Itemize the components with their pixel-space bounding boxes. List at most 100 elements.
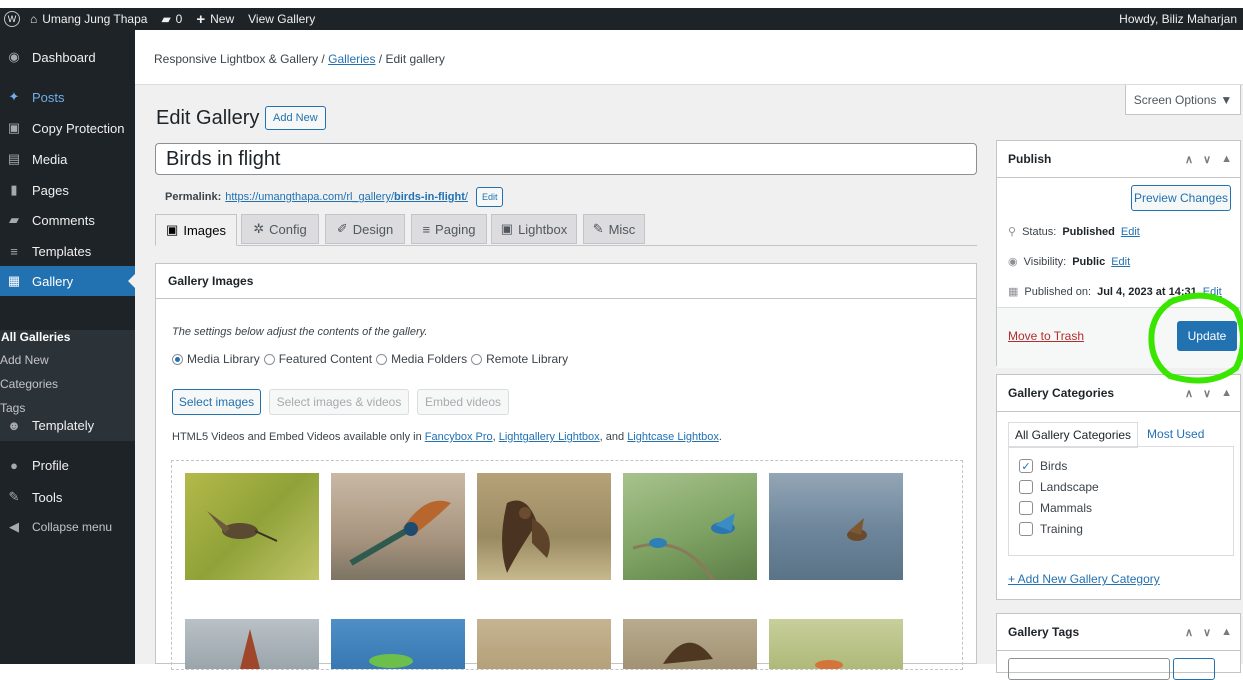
gallery-icon: ▦ bbox=[7, 273, 21, 288]
radio-remote-library[interactable] bbox=[471, 353, 483, 365]
radio-media-library[interactable] bbox=[172, 353, 183, 365]
submenu-all-galleries[interactable]: All Galleries bbox=[1, 330, 70, 344]
category-training[interactable]: Training bbox=[1019, 522, 1083, 536]
peacock-image bbox=[349, 500, 451, 566]
sidebar-item-templately[interactable]: ☻ Templately bbox=[0, 410, 135, 440]
checkbox-checked[interactable]: ✓ bbox=[1019, 459, 1033, 473]
tab-misc[interactable]: ✎ Misc bbox=[583, 214, 645, 244]
gallery-thumbnail[interactable] bbox=[769, 619, 903, 670]
fancybox-pro-link[interactable]: Fancybox Pro bbox=[425, 431, 493, 443]
category-mammals[interactable]: Mammals bbox=[1019, 501, 1092, 515]
sidebar-item-gallery[interactable]: ▦ Gallery bbox=[0, 266, 135, 296]
chevron-down-icon[interactable]: ∨ bbox=[1203, 153, 1211, 166]
comment-icon: ▰ bbox=[161, 12, 171, 26]
breadcrumb-galleries-link[interactable]: Galleries bbox=[328, 52, 375, 66]
image-icon: ▣ bbox=[166, 222, 179, 237]
admin-bar-site[interactable]: ⌂ Umang Jung Thapa bbox=[30, 12, 147, 26]
add-tag-button[interactable] bbox=[1173, 658, 1215, 680]
select-images-videos-button[interactable]: Select images & videos bbox=[269, 389, 409, 415]
gallery-source-options: Media Library Featured Content Media Fol… bbox=[172, 352, 568, 366]
chevron-up-icon[interactable]: ∧ bbox=[1185, 153, 1193, 166]
sidebar-item-copy-protection[interactable]: ▣ Copy Protection bbox=[0, 113, 135, 143]
gallery-thumbnail[interactable] bbox=[331, 473, 465, 580]
gallery-tags-box: Gallery Tags ∧ ∨ ▲ bbox=[996, 613, 1241, 680]
admin-sidebar: ◉ Dashboard ✦ Posts ▣ Copy Protection ▤ Medi… bbox=[0, 30, 135, 664]
tab-design[interactable]: ✐ Design bbox=[325, 214, 405, 244]
category-birds[interactable]: ✓ Birds bbox=[1019, 459, 1067, 473]
admin-bar-comments[interactable]: ▰ 0 bbox=[161, 12, 182, 26]
admin-bar-new[interactable]: + New bbox=[196, 11, 234, 28]
pin-icon: ⚲ bbox=[1008, 226, 1017, 238]
lightgallery-link[interactable]: Lightgallery Lightbox bbox=[499, 431, 600, 443]
caret-down-icon: ▼ bbox=[1220, 92, 1233, 107]
tab-paging[interactable]: ≡ Paging bbox=[411, 214, 487, 244]
radio-featured-content[interactable] bbox=[263, 353, 275, 365]
sidebar-collapse-menu[interactable]: ◀ Collapse menu bbox=[0, 512, 135, 542]
gear-icon: ✲ bbox=[253, 221, 265, 236]
radio-media-folders[interactable] bbox=[376, 353, 388, 365]
checkbox[interactable] bbox=[1019, 522, 1033, 536]
tab-images[interactable]: ▣ Images bbox=[155, 214, 237, 246]
embed-videos-button[interactable]: Embed videos bbox=[417, 389, 509, 415]
collapse-icon: ◀ bbox=[9, 519, 19, 534]
breadcrumb-bar: Responsive Lightbox & Gallery / Gallerie… bbox=[135, 30, 1243, 85]
bird-image bbox=[207, 511, 278, 542]
screen-options-button[interactable]: Screen Options ▼ bbox=[1125, 85, 1241, 115]
gallery-title-input[interactable] bbox=[155, 143, 977, 175]
status-edit-link[interactable]: Edit bbox=[1121, 226, 1140, 238]
lightcase-link[interactable]: Lightcase Lightbox bbox=[627, 431, 719, 443]
calendar-icon: ▦ bbox=[1008, 286, 1019, 298]
chevron-up-icon[interactable]: ∧ bbox=[1185, 626, 1193, 639]
eye-icon: ◉ bbox=[1008, 256, 1018, 268]
gallery-thumbnail[interactable] bbox=[185, 473, 319, 580]
add-new-gallery-category-link[interactable]: + Add New Gallery Category bbox=[1008, 572, 1160, 586]
pin-icon: ✦ bbox=[8, 89, 20, 104]
checkbox[interactable] bbox=[1019, 501, 1033, 515]
gallery-images-dropzone[interactable] bbox=[171, 460, 963, 670]
gallery-categories-box: Gallery Categories ∧ ∨ ▲ All Gallery Categ… bbox=[996, 374, 1241, 600]
caret-up-icon[interactable]: ▲ bbox=[1221, 626, 1232, 638]
tab-lightbox[interactable]: ▣ Lightbox bbox=[491, 214, 577, 244]
sidebar-item-comments[interactable]: ▰ Comments bbox=[0, 205, 135, 235]
wordpress-logo-icon[interactable]: W bbox=[4, 11, 20, 27]
category-landscape[interactable]: Landscape bbox=[1019, 480, 1099, 494]
sidebar-item-tools[interactable]: ✎ Tools bbox=[0, 482, 135, 512]
sidebar-item-profile[interactable]: ● Profile bbox=[0, 450, 135, 480]
sidebar-item-media[interactable]: ▤ Media bbox=[0, 144, 135, 174]
gallery-thumbnail[interactable] bbox=[185, 619, 319, 669]
sidebar-item-templates[interactable]: ≡ Templates bbox=[0, 236, 135, 266]
page-title: Edit Gallery bbox=[156, 107, 260, 129]
add-new-button[interactable]: Add New bbox=[265, 106, 326, 130]
tab-most-used[interactable]: Most Used bbox=[1138, 422, 1214, 448]
submenu-categories[interactable]: Categories bbox=[0, 377, 58, 391]
visibility-edit-link[interactable]: Edit bbox=[1111, 256, 1130, 268]
permalink-row: Permalink: https://umangthapa.com/rl_gal… bbox=[165, 187, 504, 207]
admin-bar-account[interactable]: Howdy, Biliz Maharjan bbox=[1119, 8, 1237, 30]
sidebar-item-posts[interactable]: ✦ Posts bbox=[0, 82, 135, 112]
preview-changes-button[interactable]: Preview Changes bbox=[1131, 185, 1231, 211]
sidebar-item-pages[interactable]: ▮ Pages bbox=[0, 175, 135, 205]
gallery-thumbnail[interactable] bbox=[623, 619, 757, 669]
select-images-button[interactable]: Select images bbox=[172, 389, 261, 415]
permalink-link[interactable]: https://umangthapa.com/rl_gallery/birds-… bbox=[225, 191, 468, 203]
gallery-thumbnail[interactable] bbox=[331, 619, 465, 669]
submenu-add-new[interactable]: Add New bbox=[0, 353, 49, 367]
gallery-tags-heading: Gallery Tags ∧ ∨ ▲ bbox=[997, 614, 1240, 651]
tab-config[interactable]: ✲ Config bbox=[241, 214, 319, 244]
tab-all-gallery-categories[interactable]: All Gallery Categories bbox=[1008, 422, 1139, 448]
sidebar-item-dashboard[interactable]: ◉ Dashboard bbox=[0, 42, 135, 72]
admin-bar-view-gallery[interactable]: View Gallery bbox=[248, 12, 315, 26]
move-to-trash-link[interactable]: Move to Trash bbox=[1008, 329, 1084, 343]
caret-up-icon[interactable]: ▲ bbox=[1221, 153, 1232, 165]
gallery-thumbnail[interactable] bbox=[477, 473, 611, 580]
wrench-icon: ✎ bbox=[592, 221, 604, 236]
chevron-down-icon[interactable]: ∨ bbox=[1203, 626, 1211, 639]
publish-status: ⚲ Status: Published Edit bbox=[1008, 225, 1140, 239]
gallery-thumbnail[interactable] bbox=[623, 473, 757, 581]
tag-input[interactable] bbox=[1008, 658, 1170, 680]
gallery-thumbnail[interactable] bbox=[769, 473, 903, 580]
category-tabs: All Gallery Categories Most Used bbox=[1008, 422, 1214, 448]
permalink-edit-button[interactable]: Edit bbox=[475, 187, 504, 207]
checkbox[interactable] bbox=[1019, 480, 1033, 494]
gallery-thumbnail[interactable] bbox=[477, 619, 611, 669]
